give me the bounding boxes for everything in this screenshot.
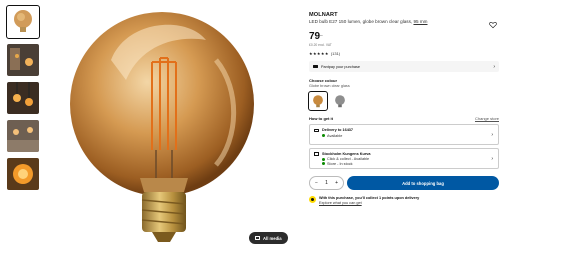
store-title: Stockholm Kungens Kurva (322, 152, 371, 156)
review-count: (131) (330, 51, 341, 56)
unit-price: £0.20 excl. VAT (309, 43, 332, 47)
gallery-icon (255, 236, 260, 240)
store-card[interactable]: Stockholm Kungens Kurva Click & collect … (309, 148, 499, 169)
thumb-globe-bulb[interactable] (6, 5, 40, 39)
product-image (56, 0, 286, 250)
loyalty-points: With this purchase, you'll collect 1 poi… (309, 196, 499, 205)
swatch-grey-bulb[interactable] (331, 92, 349, 110)
add-to-bag-button[interactable]: Add to shopping bag (347, 176, 499, 190)
truck-icon (314, 128, 319, 132)
colour-title: Choose colour (309, 78, 338, 83)
thumbnail-strip (6, 5, 40, 196)
price: 79 .- (309, 31, 323, 42)
delivery-card[interactable]: Delivery to 16437 Available › (309, 124, 499, 145)
thumb-lifestyle-1[interactable] (7, 44, 39, 76)
rating[interactable]: ★★★★★ (131) (309, 51, 499, 56)
store-collect-status: Click & collect - Available (327, 157, 370, 161)
points-text: With this purchase, you'll collect 1 poi… (319, 196, 420, 200)
chevron-right-icon: › (491, 132, 493, 138)
all-media-label: All media (263, 235, 282, 241)
increase-button[interactable]: + (335, 180, 338, 186)
change-store-link[interactable]: Change store (475, 116, 499, 121)
how-to-title: How to get it (309, 116, 333, 121)
colour-value: Globe brown clear glass (309, 84, 350, 88)
decrease-button[interactable]: − (315, 180, 318, 186)
available-dot-icon (322, 134, 325, 137)
pay-label: Pantpay your purchase (321, 64, 361, 69)
available-dot-icon (322, 157, 325, 161)
explore-link[interactable]: Explore what you can get (319, 201, 419, 205)
delivery-status: Available (327, 133, 343, 138)
thumb-lifestyle-4[interactable] (7, 158, 39, 190)
product-brand: MOLNART (309, 12, 338, 18)
chevron-right-icon: › (493, 63, 495, 70)
all-media-button[interactable]: All media (249, 232, 288, 244)
thumb-lifestyle-2[interactable] (7, 82, 39, 114)
store-icon (314, 152, 319, 156)
quantity-stepper[interactable]: − 1 + (309, 176, 344, 190)
chevron-right-icon: › (491, 156, 493, 162)
swatch-brown-bulb[interactable] (308, 91, 328, 111)
product-info: MOLNART LED bulb E27 150 lumen, globe br… (308, 12, 499, 205)
in-stock-dot-icon (322, 162, 325, 165)
thumb-lifestyle-3[interactable] (7, 120, 39, 152)
colour-swatches (308, 91, 499, 111)
quantity-value: 1 (325, 180, 328, 186)
pay-later-banner[interactable]: Pantpay your purchase › (309, 61, 499, 72)
card-icon (313, 65, 318, 68)
how-to-get-it: How to get it Change store (309, 116, 499, 121)
store-stock-status: Store - In stock (327, 161, 353, 166)
favourite-heart-icon[interactable] (489, 16, 497, 29)
points-icon (309, 196, 316, 203)
size-link[interactable]: 95 mm (413, 19, 427, 24)
delivery-title: Delivery to 16437 (322, 128, 354, 132)
buy-row: − 1 + Add to shopping bag (309, 176, 499, 190)
product-description: LED bulb E27 150 lumen, globe brown clea… (309, 19, 428, 24)
star-rating-icon: ★★★★★ (309, 51, 329, 56)
